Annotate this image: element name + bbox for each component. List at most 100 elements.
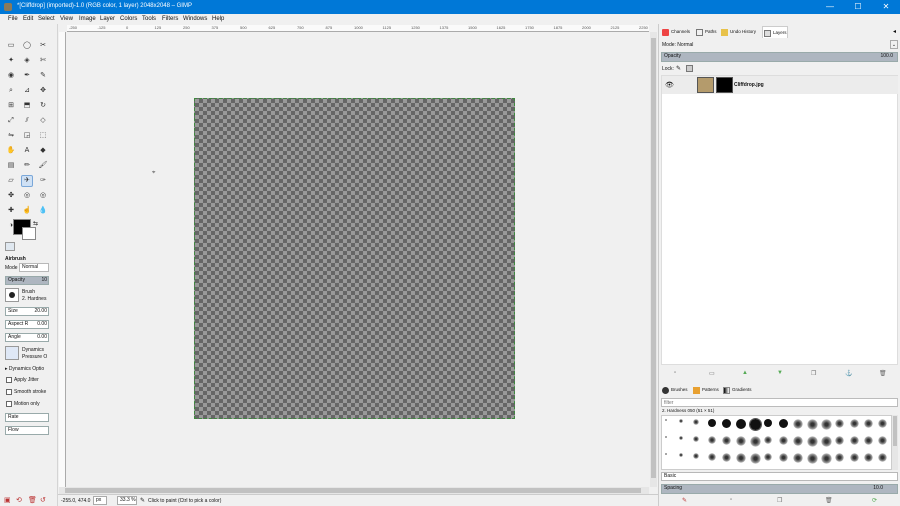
brush-swatch[interactable] [878,436,887,445]
anchor-layer-icon[interactable]: ⚓ [845,370,852,377]
opacity-slider[interactable]: Opacity 10 [5,276,49,285]
brush-swatch[interactable] [863,453,873,462]
brush-swatch[interactable] [863,419,873,428]
layer-mode-dropdown-icon[interactable]: ⌄ [890,40,898,49]
airbrush-tool-icon[interactable]: ✈ [21,175,33,187]
clone-tool-icon[interactable]: ◎ [22,191,32,201]
brush-swatch[interactable] [778,436,788,445]
brush-swatch[interactable] [665,419,667,421]
ellipse-select-tool-icon[interactable]: ◯ [22,41,32,51]
menu-colors[interactable]: Colors [120,16,137,22]
brush-swatch[interactable] [849,436,859,445]
image-canvas[interactable] [194,98,515,419]
flow-slider[interactable]: Flow [5,426,49,435]
apply-jitter-checkbox[interactable] [6,377,12,383]
brush-swatch[interactable] [707,453,716,461]
foreground-select-tool-icon[interactable]: ◉ [6,71,16,81]
brush-swatch[interactable] [721,436,731,445]
brush-swatch[interactable] [764,453,773,461]
zoom-tool-icon[interactable]: ⌕ [6,86,16,96]
brush-swatch[interactable] [679,453,684,457]
brush-swatch[interactable] [693,436,700,442]
unified-transform-tool-icon[interactable]: ⬚ [38,131,48,141]
new-layer-icon[interactable]: ▫ [674,370,676,376]
brush-swatch[interactable] [878,453,887,462]
brush-swatch[interactable] [707,436,716,444]
brush-swatch[interactable] [736,436,746,446]
delete-options-icon[interactable]: 🗑 [28,496,37,504]
brush-swatch[interactable] [835,453,845,462]
brush-swatch[interactable] [821,436,833,447]
maximize-button[interactable]: ☐ [844,0,872,14]
tab-brushes[interactable]: Brushes [661,384,688,396]
vertical-ruler[interactable] [59,32,66,494]
dock-menu-icon[interactable]: ◂ [893,28,896,35]
aspect-ratio-slider[interactable]: Aspect R 0.00 [5,320,49,329]
minimize-button[interactable]: — [816,0,844,14]
tool-options-tab-icon[interactable] [5,242,15,251]
brush-swatch[interactable] [665,453,667,455]
perspective-clone-tool-icon[interactable]: ◎ [38,191,48,201]
brush-swatch[interactable] [835,419,845,428]
layer-mask-thumbnail[interactable] [716,77,733,93]
paintbrush-tool-icon[interactable]: 🖌 [38,161,48,171]
reset-options-icon[interactable]: ↺ [40,496,46,504]
zoom-select[interactable]: 33.3 % [117,496,137,505]
lock-pixels-icon[interactable]: ✎ [676,65,681,72]
new-brush-icon[interactable]: ▫ [730,497,732,503]
brush-swatch[interactable] [835,436,845,445]
menu-layer[interactable]: Layer [100,16,115,22]
duplicate-layer-icon[interactable]: ❐ [811,370,816,377]
brush-scroll-thumb[interactable] [893,416,897,446]
paths-tool-icon[interactable]: ✒ [22,71,32,81]
brush-swatch[interactable] [750,436,762,447]
ink-tool-icon[interactable]: ✑ [38,176,48,186]
tab-layers[interactable]: Layers [762,26,788,38]
menu-help[interactable]: Help [212,16,224,22]
vertical-scroll-thumb[interactable] [651,38,656,478]
lock-alpha-icon[interactable] [686,65,693,72]
motion-only-checkbox[interactable] [6,401,12,407]
brush-swatch[interactable] [807,436,818,447]
crop-tool-icon[interactable]: ⬒ [22,101,32,111]
scissors-tool-icon[interactable]: ✄ [38,56,48,66]
brush-preview[interactable] [5,288,19,302]
rotate-tool-icon[interactable]: ↻ [38,101,48,111]
menu-filters[interactable]: Filters [162,16,178,22]
brush-swatch[interactable] [778,453,788,462]
bucket-fill-tool-icon[interactable]: ◆ [38,146,48,156]
tab-paths[interactable]: Paths [695,26,717,38]
brush-swatch[interactable] [721,453,731,462]
visibility-eye-icon[interactable]: 👁 [665,81,674,89]
brush-swatch[interactable] [764,436,773,444]
refresh-brushes-icon[interactable]: ⟳ [872,497,877,504]
brush-preset-select[interactable]: Basic [661,472,898,481]
size-slider[interactable]: Size 20.00 [5,307,49,316]
unit-select[interactable]: px [93,496,107,505]
restore-options-icon[interactable]: ⟲ [16,496,22,504]
shear-tool-icon[interactable]: ⫽ [22,116,32,126]
brush-swatch[interactable] [849,453,859,462]
smooth-stroke-checkbox[interactable] [6,389,12,395]
brush-swatch[interactable] [749,418,763,431]
horizontal-scrollbar[interactable] [59,487,649,494]
swap-colors-icon[interactable]: ⇆ [33,220,38,227]
smudge-tool-icon[interactable]: ☝ [22,206,32,216]
menu-edit[interactable]: Edit [23,16,33,22]
brush-swatch[interactable] [807,453,818,464]
angle-slider[interactable]: Angle 0.00 [5,333,49,342]
text-tool-icon[interactable]: A [22,146,32,156]
save-options-icon[interactable]: ▣ [4,496,11,504]
brush-swatch[interactable] [693,453,700,459]
layers-list[interactable] [661,75,898,365]
pencil-tool-icon[interactable]: ✏ [22,161,32,171]
move-tool-icon[interactable]: ✥ [38,86,48,96]
spacing-slider[interactable]: Spacing 10.0 [661,484,898,494]
brush-swatch[interactable] [721,419,731,428]
brush-swatch[interactable] [679,419,684,423]
brush-swatch[interactable] [736,453,746,463]
menu-windows[interactable]: Windows [183,16,207,22]
lower-layer-icon[interactable]: ▼ [777,370,783,376]
layer-opacity-slider[interactable]: Opacity 100.0 [661,52,898,62]
brush-swatch[interactable] [807,419,818,430]
